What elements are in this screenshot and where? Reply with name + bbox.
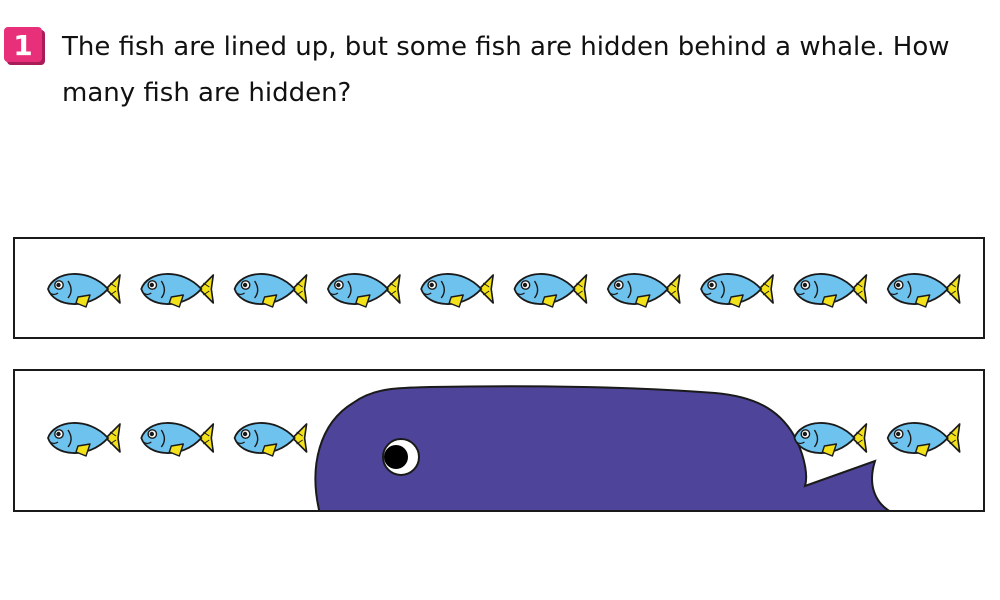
fish-icon	[326, 273, 401, 308]
fish-icon	[140, 273, 215, 308]
fish-icon	[793, 273, 868, 308]
fish-icon	[47, 273, 121, 308]
fish-icon	[606, 273, 681, 308]
fish-icon	[886, 273, 961, 308]
full-fish-row-panel	[13, 237, 985, 339]
fish-icon	[233, 422, 308, 457]
fish-icon	[233, 273, 308, 308]
hidden-fish-row-panel	[13, 369, 985, 512]
fish-icon	[700, 273, 774, 308]
fish-icon	[140, 422, 215, 457]
fish-icon	[513, 273, 588, 308]
question-number-badge: 1	[4, 27, 46, 65]
fish-icon	[793, 422, 868, 457]
fish-icon	[420, 273, 495, 308]
hidden-fish-row	[47, 385, 961, 510]
fish-icon	[886, 422, 961, 457]
question-text: The fish are lined up, but some fish are…	[62, 32, 950, 108]
full-fish-row	[47, 273, 961, 308]
fish-icon	[47, 422, 121, 457]
whale-eye-pupil	[384, 445, 408, 469]
question-number: 1	[13, 29, 32, 62]
